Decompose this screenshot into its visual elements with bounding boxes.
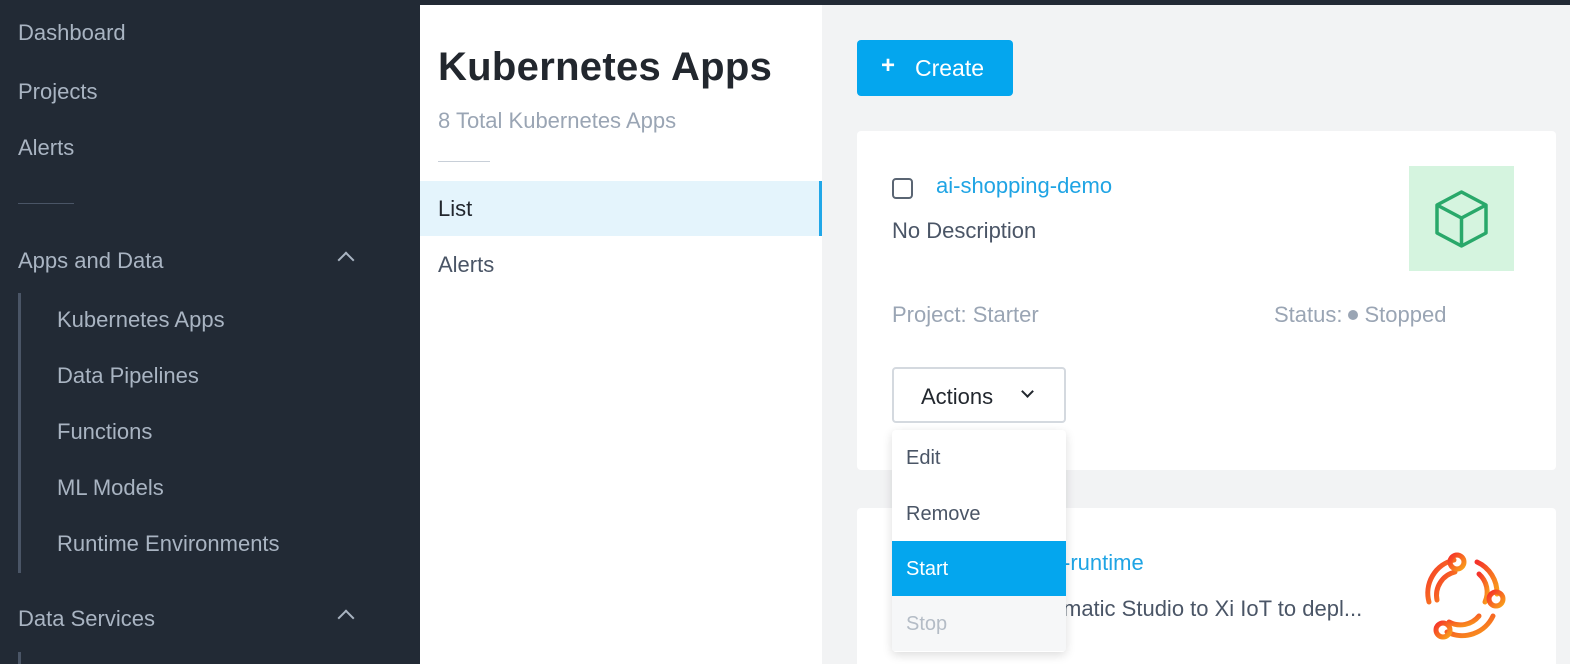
app-name-link[interactable]: -runtime — [1063, 550, 1144, 576]
menu-item-remove[interactable]: Remove — [892, 486, 1066, 541]
sidebar-item-data-pipelines[interactable]: Data Pipelines — [57, 363, 199, 389]
tab-alerts[interactable]: Alerts — [420, 237, 822, 292]
sidebar: Dashboard Projects Alerts Apps and Data … — [0, 0, 420, 664]
create-button[interactable]: + Create — [857, 40, 1013, 96]
panel-divider — [438, 161, 490, 162]
page-title: Kubernetes Apps — [438, 45, 773, 89]
menu-item-edit[interactable]: Edit — [892, 430, 1066, 485]
plus-icon: + — [881, 52, 896, 79]
secondary-panel: Kubernetes Apps 8 Total Kubernetes Apps … — [420, 5, 822, 664]
menu-item-label: Stop — [906, 613, 948, 635]
tab-list[interactable]: List — [420, 181, 822, 236]
sidebar-item-ml-models[interactable]: ML Models — [57, 475, 164, 501]
sidebar-item-dashboard[interactable]: Dashboard — [18, 20, 126, 46]
app-name-link[interactable]: ai-shopping-demo — [936, 173, 1112, 199]
runtime-logo-icon — [1409, 542, 1514, 647]
sidebar-section-label: Data Services — [18, 606, 155, 631]
chevron-up-icon — [337, 251, 355, 269]
tab-label: Alerts — [438, 252, 495, 277]
actions-dropdown-button[interactable]: Actions — [892, 367, 1066, 423]
sidebar-item-alerts[interactable]: Alerts — [18, 135, 74, 161]
sidebar-section-apps-and-data[interactable]: Apps and Data — [18, 246, 358, 278]
app-card: ai-shopping-demo No Description Project:… — [857, 131, 1556, 470]
status-value: Stopped — [1364, 302, 1447, 327]
create-button-label: Create — [915, 55, 985, 81]
status-dot-icon — [1348, 310, 1359, 321]
chevron-up-icon — [337, 609, 355, 627]
app-description: matic Studio to Xi IoT to depl... — [1063, 596, 1363, 621]
sidebar-subnav-rail — [18, 293, 21, 573]
page-subtitle: 8 Total Kubernetes Apps — [438, 108, 677, 133]
project-label: Project: Starter — [892, 302, 1039, 327]
status-indicator: Status: Stopped — [1274, 302, 1446, 328]
menu-item-label: Edit — [906, 447, 941, 469]
sidebar-divider — [18, 203, 74, 204]
menu-item-start[interactable]: Start — [892, 541, 1066, 596]
sidebar-section-label: Apps and Data — [18, 248, 164, 273]
sidebar-section-data-services[interactable]: Data Services — [18, 604, 358, 636]
tab-label: List — [438, 196, 473, 221]
sidebar-item-projects[interactable]: Projects — [18, 79, 97, 105]
menu-item-label: Remove — [906, 503, 981, 525]
sidebar-subnav-rail — [18, 652, 21, 664]
status-label: Status: — [1274, 302, 1343, 327]
menu-item-stop: Stop — [892, 596, 1066, 651]
sidebar-item-kubernetes-apps[interactable]: Kubernetes Apps — [57, 307, 225, 333]
actions-menu: Edit Remove Start Stop — [892, 430, 1066, 652]
actions-button-label: Actions — [921, 384, 994, 409]
chevron-down-icon — [1021, 385, 1034, 398]
sidebar-item-runtime-environments[interactable]: Runtime Environments — [57, 531, 280, 557]
cube-icon — [1409, 166, 1514, 271]
select-checkbox[interactable] — [892, 178, 913, 199]
menu-item-label: Start — [906, 558, 949, 580]
app-description: No Description — [892, 218, 1037, 243]
sidebar-item-functions[interactable]: Functions — [57, 419, 152, 445]
